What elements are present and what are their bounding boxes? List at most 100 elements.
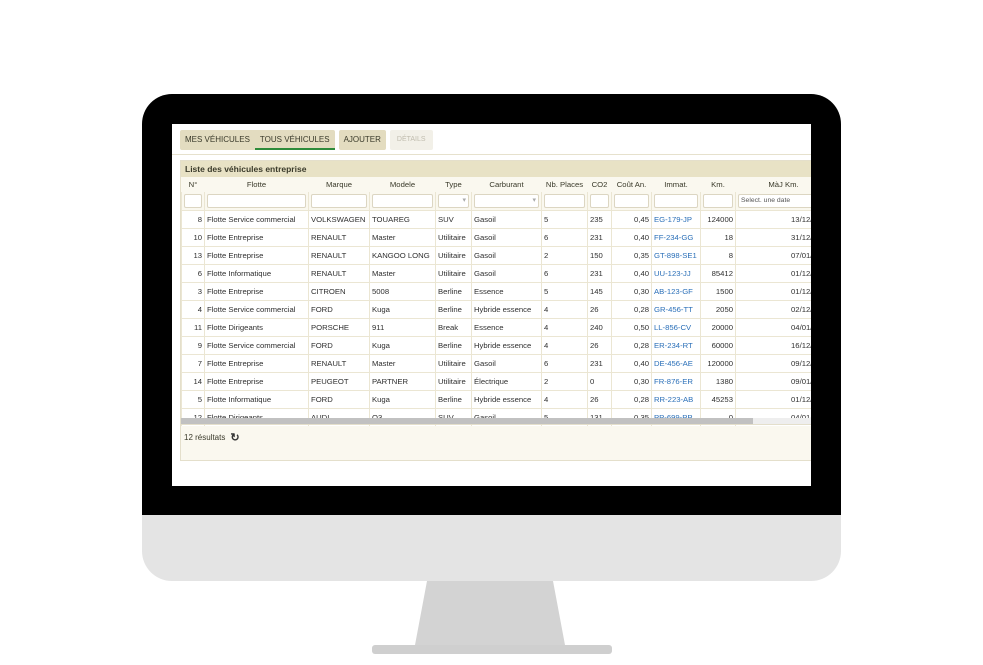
cell-km: 1500 xyxy=(700,282,736,301)
cell-modele: TOUAREG xyxy=(369,210,436,229)
vehicles-panel: Liste des véhicules entreprise N° Flotte M… xyxy=(180,160,811,461)
filter-km[interactable] xyxy=(700,192,736,211)
filter-carburant[interactable] xyxy=(471,192,542,211)
cell-cout: 0,40 xyxy=(611,264,652,283)
cell-co2: 26 xyxy=(587,336,612,355)
column-header-flotte[interactable]: Flotte xyxy=(204,177,309,192)
column-header-modele[interactable]: Modele xyxy=(369,177,436,192)
filter-row: Select. une date xyxy=(181,192,811,211)
cell-carburant: Gasoil xyxy=(471,264,542,283)
table-row[interactable]: 11 Flotte Dirigeants PORSCHE 911 Break Essenc… xyxy=(181,318,811,337)
table-row[interactable]: 9 Flotte Service commercial FORD Kuga Berlin… xyxy=(181,336,811,355)
cell-type: Utilitaire xyxy=(435,354,472,373)
cell-num: 9 xyxy=(181,336,205,355)
cell-nb-places: 5 xyxy=(541,282,588,301)
cell-nb-places: 4 xyxy=(541,300,588,319)
cell-cout: 0,28 xyxy=(611,390,652,409)
filter-num[interactable] xyxy=(181,192,205,211)
filter-maj-km[interactable]: Select. une date xyxy=(735,192,811,211)
cell-immat[interactable]: GT-898-SE1 xyxy=(651,246,701,265)
cell-flotte: Flotte Service commercial xyxy=(204,300,309,319)
table-row[interactable]: 14 Flotte Entreprise PEUGEOT PARTNER Utilita… xyxy=(181,372,811,391)
column-header-maj-km[interactable]: MàJ Km. xyxy=(735,177,811,192)
cell-immat[interactable]: LL-856-CV xyxy=(651,318,701,337)
cell-cout: 0,40 xyxy=(611,354,652,373)
cell-cout: 0,45 xyxy=(611,210,652,229)
cell-immat[interactable]: ER-234-RT xyxy=(651,336,701,355)
column-header-immat[interactable]: Immat. xyxy=(651,177,701,192)
cell-carburant: Gasoil xyxy=(471,228,542,247)
results-footer: 12 résultats ↻ xyxy=(184,431,240,444)
cell-num: 7 xyxy=(181,354,205,373)
cell-co2: 235 xyxy=(587,210,612,229)
cell-immat[interactable]: GR-456-TT xyxy=(651,300,701,319)
cell-immat[interactable]: RR-223-AB xyxy=(651,390,701,409)
filter-nb-places[interactable] xyxy=(541,192,588,211)
cell-marque: RENAULT xyxy=(308,264,370,283)
column-header-type[interactable]: Type xyxy=(435,177,472,192)
cell-immat[interactable]: UU-123-JJ xyxy=(651,264,701,283)
refresh-icon[interactable]: ↻ xyxy=(230,431,239,444)
date-select[interactable]: Select. une date xyxy=(738,194,811,208)
table-row[interactable]: 8 Flotte Service commercial VOLKSWAGEN TOUA… xyxy=(181,210,811,229)
filter-cout[interactable] xyxy=(611,192,652,211)
cell-marque: FORD xyxy=(308,300,370,319)
cell-flotte: Flotte Entreprise xyxy=(204,354,309,373)
cell-nb-places: 5 xyxy=(541,210,588,229)
table-row[interactable]: 10 Flotte Entreprise RENAULT Master Utilitai… xyxy=(181,228,811,247)
cell-nb-places: 2 xyxy=(541,372,588,391)
cell-km: 60000 xyxy=(700,336,736,355)
column-header-km[interactable]: Km. xyxy=(700,177,736,192)
cell-km: 2050 xyxy=(700,300,736,319)
table-row[interactable]: 4 Flotte Service commercial FORD Kuga Berlin… xyxy=(181,300,811,319)
cell-immat[interactable]: DE-456-AE xyxy=(651,354,701,373)
column-header-num[interactable]: N° xyxy=(181,177,205,192)
cell-flotte: Flotte Service commercial xyxy=(204,336,309,355)
cell-flotte: Flotte Entreprise xyxy=(204,282,309,301)
cell-modele: KANGOO LONG xyxy=(369,246,436,265)
cell-km: 120000 xyxy=(700,354,736,373)
filter-immat[interactable] xyxy=(651,192,701,211)
cell-carburant: Gasoil xyxy=(471,246,542,265)
table-row[interactable]: 7 Flotte Entreprise RENAULT Master Utilitair… xyxy=(181,354,811,373)
column-header-cout[interactable]: Coût An. xyxy=(611,177,652,192)
cell-carburant: Hybride essence xyxy=(471,336,542,355)
add-button[interactable]: AJOUTER xyxy=(338,130,386,150)
column-header-co2[interactable]: CO2 xyxy=(587,177,612,192)
tab-mes-vehicules[interactable]: MES VÉHICULES xyxy=(180,130,255,150)
cell-type: Utilitaire xyxy=(435,264,472,283)
cell-modele: Master xyxy=(369,354,436,373)
cell-immat[interactable]: AB-123-GF xyxy=(651,282,701,301)
cell-cout: 0,50 xyxy=(611,318,652,337)
filter-modele[interactable] xyxy=(369,192,436,211)
cell-num: 5 xyxy=(181,390,205,409)
cell-immat[interactable]: EG-179-JP xyxy=(651,210,701,229)
table-row[interactable]: 5 Flotte Informatique FORD Kuga Berline Hybri… xyxy=(181,390,811,409)
cell-immat[interactable]: FR-876-ER xyxy=(651,372,701,391)
column-header-nb-places[interactable]: Nb. Places xyxy=(541,177,588,192)
cell-flotte: Flotte Informatique xyxy=(204,264,309,283)
table-row[interactable]: 13 Flotte Entreprise RENAULT KANGOO LONG Uti… xyxy=(181,246,811,265)
cell-maj-km: 13/12/2023 xyxy=(735,210,811,229)
filter-co2[interactable] xyxy=(587,192,612,211)
results-count: 12 résultats xyxy=(184,433,226,442)
filter-flotte[interactable] xyxy=(204,192,309,211)
cell-cout: 0,35 xyxy=(611,246,652,265)
cell-carburant: Électrique xyxy=(471,372,542,391)
cell-immat[interactable]: FF-234-GG xyxy=(651,228,701,247)
filter-type[interactable] xyxy=(435,192,472,211)
cell-flotte: Flotte Service commercial xyxy=(204,210,309,229)
table-row[interactable]: 6 Flotte Informatique RENAULT Master Utilita… xyxy=(181,264,811,283)
cell-km: 85412 xyxy=(700,264,736,283)
tab-tous-vehicules[interactable]: TOUS VÉHICULES xyxy=(254,130,335,150)
cell-cout: 0,30 xyxy=(611,282,652,301)
column-header-marque[interactable]: Marque xyxy=(308,177,370,192)
cell-maj-km: 01/12/2023 xyxy=(735,390,811,409)
column-header-carburant[interactable]: Carburant xyxy=(471,177,542,192)
cell-type: Utilitaire xyxy=(435,246,472,265)
table-row[interactable]: 3 Flotte Entreprise CITROEN 5008 Berline Esse… xyxy=(181,282,811,301)
details-button[interactable]: DÉTAILS xyxy=(389,130,433,150)
cell-type: Berline xyxy=(435,300,472,319)
filter-marque[interactable] xyxy=(308,192,370,211)
cell-km: 124000 xyxy=(700,210,736,229)
